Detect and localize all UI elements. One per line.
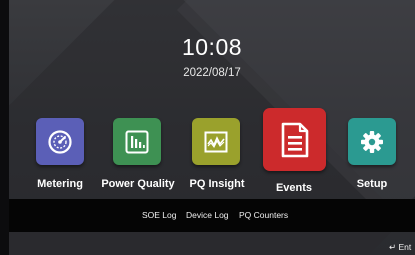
gauge-icon	[48, 129, 72, 154]
pq-insight-tile[interactable]	[192, 118, 240, 165]
tab-soe-log[interactable]: SOE Log	[142, 210, 177, 220]
setup-label: Setup	[356, 178, 388, 190]
setup-tile[interactable]	[348, 118, 396, 165]
bar-chart-icon	[125, 130, 149, 153]
events-tile[interactable]	[263, 108, 326, 171]
bottom-tab-bar: SOE Log Device Log PQ Counters	[9, 199, 415, 232]
pq-insight-label: PQ Insight	[189, 178, 245, 190]
clock-time: 10:08	[181, 34, 243, 60]
events-label: Events	[275, 182, 313, 194]
tab-pq-counters[interactable]: PQ Counters	[239, 210, 288, 220]
gear-icon	[361, 130, 383, 153]
enter-hint: ↵ Ent	[389, 242, 412, 252]
power-quality-tile[interactable]	[113, 118, 161, 165]
document-icon	[281, 122, 308, 157]
tab-device-log[interactable]: Device Log	[186, 210, 229, 220]
metering-label: Metering	[37, 178, 83, 190]
waveform-icon	[204, 131, 228, 152]
power-quality-label: Power Quality	[101, 178, 175, 190]
clock-date: 2022/08/17	[183, 67, 241, 79]
metering-tile[interactable]	[36, 118, 84, 165]
